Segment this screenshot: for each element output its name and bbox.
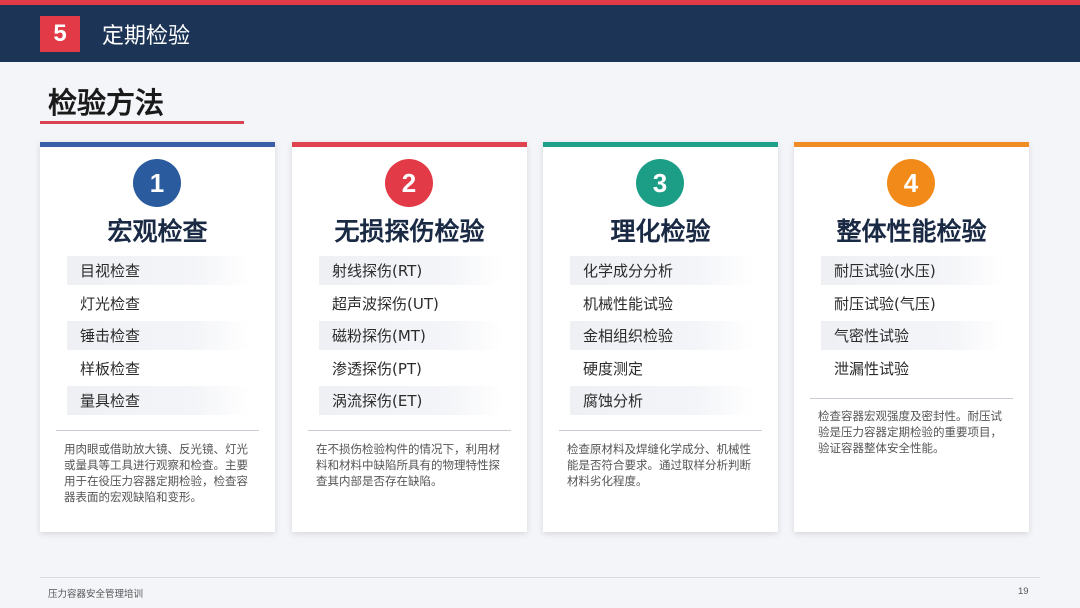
page-number: 19 — [1018, 586, 1029, 597]
card-accent-bar — [40, 142, 275, 147]
header-bar: 5 定期检验 — [0, 5, 1080, 62]
card-title: 无损探伤检验 — [334, 217, 485, 246]
card-title: 整体性能检验 — [836, 217, 987, 246]
card-number-circle: 4 — [887, 159, 935, 207]
page-title: 检验方法 — [48, 86, 165, 120]
list-item: 样板检查 — [80, 359, 141, 378]
card-title: 宏观检查 — [107, 217, 208, 246]
card-item-list: 射线探伤(RT) 超声波探伤(UT) 磁粉探伤(MT) 渗透探伤(PT) 涡流探… — [319, 256, 503, 419]
card-number-circle: 3 — [636, 159, 684, 207]
list-item: 渗透探伤(PT) — [332, 359, 422, 378]
list-item: 量具检查 — [67, 386, 251, 415]
card-overall-performance-testing: 4 整体性能检验 耐压试验(水压) 耐压试验(气压) 气密性试验 泄漏性试验 检… — [794, 142, 1029, 532]
list-item: 灯光检查 — [80, 294, 141, 313]
card-accent-bar — [292, 142, 527, 147]
card-physical-chemical-testing: 3 理化检验 化学成分分析 机械性能试验 金相组织检验 硬度测定 腐蚀分析 检查… — [543, 142, 778, 532]
card-accent-bar — [543, 142, 778, 147]
card-accent-bar — [794, 142, 1029, 147]
card-item-list: 耐压试验(水压) 耐压试验(气压) 气密性试验 泄漏性试验 — [821, 256, 1005, 386]
list-item: 锤击检查 — [67, 321, 251, 350]
card-title: 理化检验 — [610, 217, 711, 246]
list-item: 超声波探伤(UT) — [332, 294, 439, 313]
list-item: 泄漏性试验 — [834, 359, 910, 378]
list-item: 腐蚀分析 — [570, 386, 754, 415]
card-number-circle: 1 — [133, 159, 181, 207]
list-item: 金相组织检验 — [570, 321, 754, 350]
section-number-badge: 5 — [40, 15, 80, 52]
footer-course-name: 压力容器安全管理培训 — [48, 589, 144, 600]
card-description: 用肉眼或借助放大镜、反光镜、灯光或量具等工具进行观察和检查。主要用于在役压力容器… — [64, 442, 248, 504]
list-item: 磁粉探伤(MT) — [319, 321, 503, 350]
card-item-list: 目视检查 灯光检查 锤击检查 样板检查 量具检查 — [67, 256, 251, 419]
card-divider — [559, 430, 762, 431]
list-item: 射线探伤(RT) — [319, 256, 503, 285]
card-macro-inspection: 1 宏观检查 目视检查 灯光检查 锤击检查 样板检查 量具检查 用肉眼或借助放大… — [40, 142, 275, 532]
card-item-list: 化学成分分析 机械性能试验 金相组织检验 硬度测定 腐蚀分析 — [570, 256, 754, 419]
card-description: 在不损伤检验构件的情况下，利用材料和材料中缺陷所具有的物理特性探查其内部是否存在… — [316, 442, 500, 488]
list-item: 耐压试验(水压) — [821, 256, 1005, 285]
list-item: 化学成分分析 — [570, 256, 754, 285]
card-divider — [56, 430, 259, 431]
list-item: 机械性能试验 — [583, 294, 674, 313]
list-item: 目视检查 — [67, 256, 251, 285]
list-item: 硬度测定 — [583, 359, 644, 378]
card-divider — [810, 398, 1013, 399]
list-item: 气密性试验 — [821, 321, 1005, 350]
card-divider — [308, 430, 511, 431]
list-item: 耐压试验(气压) — [834, 294, 936, 313]
card-number-circle: 2 — [385, 159, 433, 207]
card-description: 检查容器宏观强度及密封性。耐压试验是压力容器定期检验的重要项目，验证容器整体安全… — [818, 409, 1002, 455]
list-item: 涡流探伤(ET) — [319, 386, 503, 415]
title-underline — [40, 121, 244, 124]
card-description: 检查原材料及焊缝化学成分、机械性能是否符合要求。通过取样分析判断材料劣化程度。 — [567, 442, 751, 488]
section-title: 定期检验 — [102, 23, 191, 49]
card-nondestructive-testing: 2 无损探伤检验 射线探伤(RT) 超声波探伤(UT) 磁粉探伤(MT) 渗透探… — [292, 142, 527, 532]
footer-divider — [40, 577, 1040, 578]
